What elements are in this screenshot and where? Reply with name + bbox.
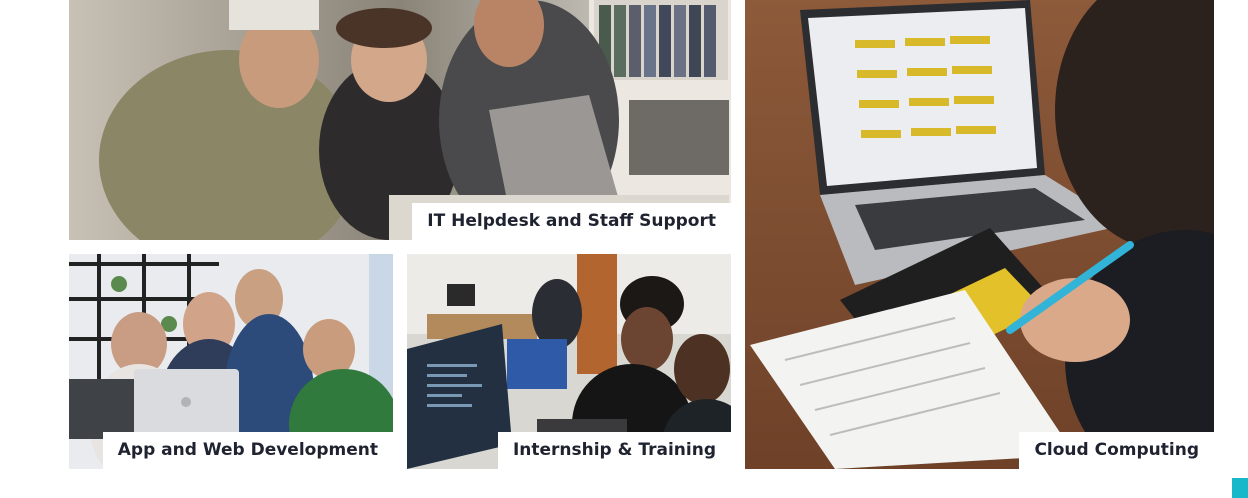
scroll-to-top-button[interactable] [1232,478,1248,498]
service-tile-it-helpdesk[interactable]: IT Helpdesk and Staff Support [69,0,731,240]
tile-label[interactable]: IT Helpdesk and Staff Support [412,203,731,240]
service-tile-internship-training[interactable]: Internship & Training [407,254,731,469]
tile-label[interactable]: Internship & Training [497,432,731,469]
tile-label[interactable]: App and Web Development [102,432,393,469]
services-grid: IT Helpdesk and Staff Support App and We… [0,0,1248,498]
cloud-computing-photo [745,0,1214,469]
tile-label[interactable]: Cloud Computing [1019,432,1214,469]
service-tile-app-web-development[interactable]: App and Web Development [69,254,393,469]
service-tile-cloud-computing[interactable]: Cloud Computing [745,0,1214,469]
scroll-to-top-icon [1232,478,1248,498]
